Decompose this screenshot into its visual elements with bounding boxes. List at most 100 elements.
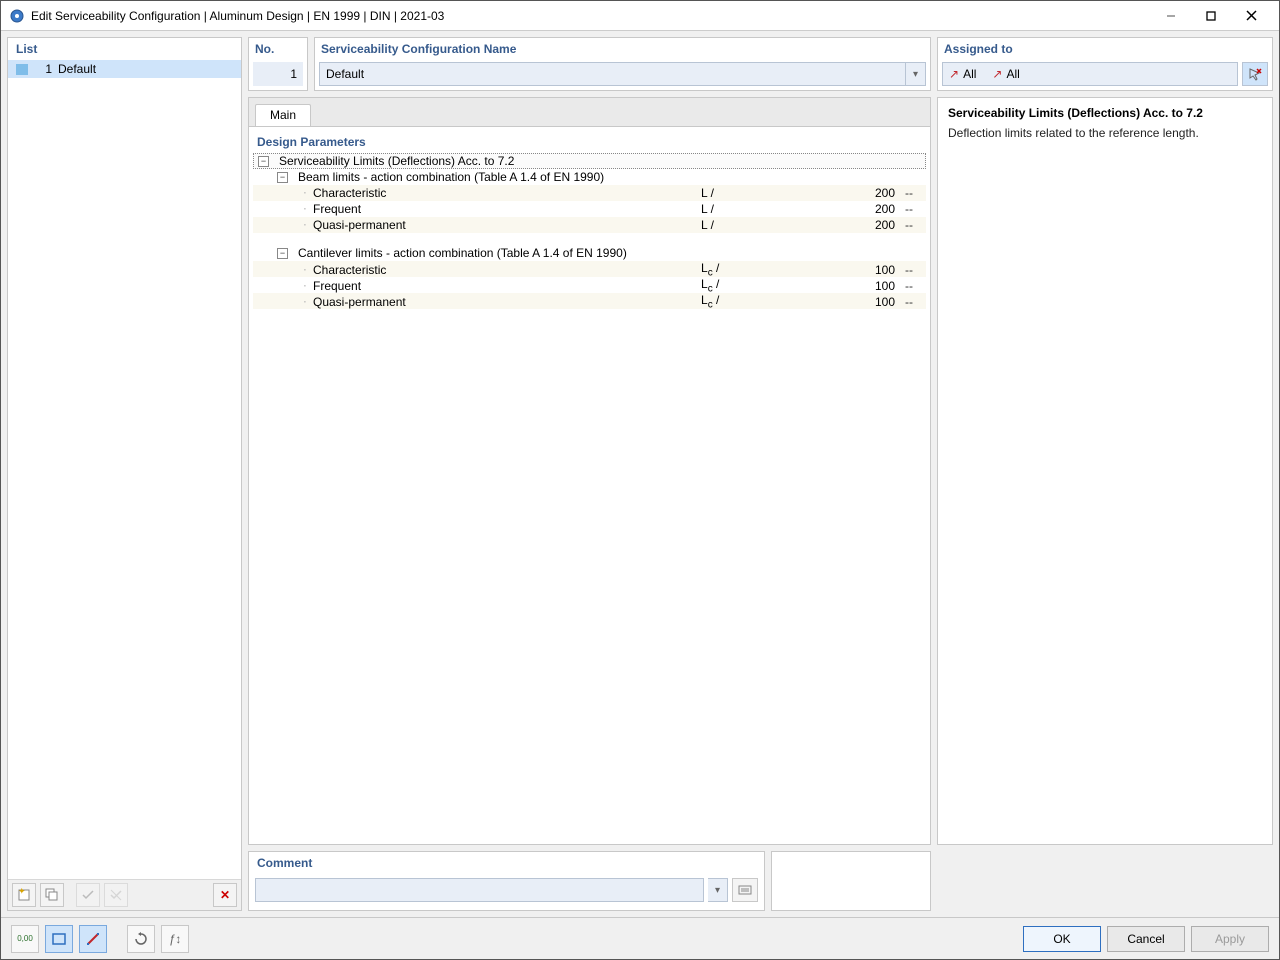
row-unit: -- bbox=[901, 218, 926, 232]
comment-dropdown-button[interactable]: ▾ bbox=[708, 878, 728, 902]
new-config-button[interactable]: ✦ bbox=[12, 883, 36, 907]
row-label: Characteristic bbox=[313, 263, 386, 277]
reset-button[interactable] bbox=[127, 925, 155, 953]
row-value[interactable]: 100 bbox=[771, 279, 901, 293]
collapse-icon[interactable]: − bbox=[277, 172, 288, 183]
collapse-icon[interactable]: − bbox=[277, 248, 288, 259]
section-title: Design Parameters bbox=[253, 133, 926, 153]
row-value[interactable]: 200 bbox=[771, 218, 901, 232]
name-input[interactable] bbox=[319, 62, 906, 86]
check-in-icon bbox=[81, 888, 95, 902]
delete-config-button[interactable]: ✕ bbox=[213, 883, 237, 907]
no-label: No. bbox=[249, 38, 307, 60]
content-area: List 1 Default ✦ ✕ bbox=[1, 31, 1279, 917]
copy-icon bbox=[45, 888, 59, 902]
check-out-icon bbox=[109, 888, 123, 902]
no-panel: No. 1 bbox=[248, 37, 308, 91]
tabbar: Main bbox=[249, 98, 930, 127]
exclude-button[interactable] bbox=[104, 883, 128, 907]
list-heading: List bbox=[8, 38, 241, 60]
comment-library-icon bbox=[738, 883, 752, 897]
memberset-icon: ↗ bbox=[992, 67, 1002, 81]
comment-pick-button[interactable] bbox=[732, 878, 758, 902]
tree-row[interactable]: ⋅Quasi-permanent Lc / 100 -- bbox=[253, 293, 926, 309]
list-toolbar: ✦ ✕ bbox=[8, 879, 241, 910]
row-unit: -- bbox=[901, 186, 926, 200]
copy-config-button[interactable] bbox=[40, 883, 64, 907]
row-unit: -- bbox=[901, 279, 926, 293]
row-symbol: Lc / bbox=[701, 261, 771, 278]
row-value[interactable]: 200 bbox=[771, 202, 901, 216]
assigned-pick-button[interactable] bbox=[1242, 62, 1268, 86]
tree-group[interactable]: − Cantilever limits - action combination… bbox=[253, 245, 926, 261]
bottom-row: Comment ▾ bbox=[248, 851, 1273, 911]
tree-root-label: Serviceability Limits (Deflections) Acc.… bbox=[275, 154, 925, 168]
view-mode-button[interactable] bbox=[45, 925, 73, 953]
titlebar: Edit Serviceability Configuration | Alum… bbox=[1, 1, 1279, 31]
mid-row: Main Design Parameters − Serviceability … bbox=[248, 97, 1273, 845]
row-unit: -- bbox=[901, 295, 926, 309]
tree-row[interactable]: ⋅Frequent Lc / 100 -- bbox=[253, 277, 926, 293]
rectangle-icon bbox=[51, 931, 67, 947]
comment-label: Comment bbox=[249, 852, 764, 874]
chevron-down-icon: ▾ bbox=[913, 69, 918, 80]
row-value[interactable]: 200 bbox=[771, 186, 901, 200]
reset-icon bbox=[134, 932, 148, 946]
tree-row[interactable]: ⋅Frequent L / 200 -- bbox=[253, 201, 926, 217]
row-label: Quasi-permanent bbox=[313, 218, 406, 232]
window-maximize-button[interactable] bbox=[1191, 2, 1231, 30]
list-color-icon bbox=[16, 64, 28, 75]
cursor-pick-icon bbox=[1248, 67, 1262, 81]
mini-preview-panel bbox=[771, 851, 931, 911]
units-button[interactable]: 0,00 bbox=[11, 925, 39, 953]
bottom-bar: 0,00 ƒ↕ OK Cancel Apply bbox=[1, 917, 1279, 959]
member-icon: ↗ bbox=[949, 67, 959, 81]
assigned-membersets-value: All bbox=[1006, 67, 1019, 81]
tree-row[interactable]: ⋅Characteristic Lc / 100 -- bbox=[253, 261, 926, 277]
tree-root[interactable]: − Serviceability Limits (Deflections) Ac… bbox=[253, 153, 926, 169]
tree-body: Design Parameters − Serviceability Limit… bbox=[249, 127, 930, 844]
assigned-members-field[interactable]: ↗ All ↗ All bbox=[942, 62, 1238, 86]
help-title: Serviceability Limits (Deflections) Acc.… bbox=[948, 106, 1262, 120]
window-close-button[interactable] bbox=[1231, 2, 1271, 30]
header-strip: No. 1 Serviceability Configuration Name … bbox=[248, 37, 1273, 91]
row-label: Quasi-permanent bbox=[313, 295, 406, 309]
comment-input[interactable] bbox=[255, 878, 704, 902]
help-body: Deflection limits related to the referen… bbox=[948, 126, 1262, 140]
row-value[interactable]: 100 bbox=[771, 295, 901, 309]
list-item[interactable]: 1 Default bbox=[8, 60, 241, 78]
cancel-button[interactable]: Cancel bbox=[1107, 926, 1185, 952]
function-button[interactable]: ƒ↕ bbox=[161, 925, 189, 953]
row-label: Frequent bbox=[313, 279, 361, 293]
right-side: No. 1 Serviceability Configuration Name … bbox=[248, 37, 1273, 911]
tab-main[interactable]: Main bbox=[255, 104, 311, 126]
no-value: 1 bbox=[253, 62, 303, 86]
include-button[interactable] bbox=[76, 883, 100, 907]
list-body: 1 Default bbox=[8, 60, 241, 879]
comment-panel: Comment ▾ bbox=[248, 851, 765, 911]
tree-row[interactable]: ⋅Characteristic L / 200 -- bbox=[253, 185, 926, 201]
row-value[interactable]: 100 bbox=[771, 263, 901, 277]
app-icon bbox=[9, 8, 25, 24]
ok-button[interactable]: OK bbox=[1023, 926, 1101, 952]
tree-group[interactable]: − Beam limits - action combination (Tabl… bbox=[253, 169, 926, 185]
member-view-button[interactable] bbox=[79, 925, 107, 953]
row-unit: -- bbox=[901, 263, 926, 277]
window-minimize-button[interactable] bbox=[1151, 2, 1191, 30]
apply-button[interactable]: Apply bbox=[1191, 926, 1269, 952]
row-label: Frequent bbox=[313, 202, 361, 216]
units-icon: 0,00 bbox=[17, 934, 33, 943]
assigned-label: Assigned to bbox=[938, 38, 1272, 60]
row-symbol: L / bbox=[701, 186, 771, 200]
row-symbol: Lc / bbox=[701, 277, 771, 294]
chevron-down-icon: ▾ bbox=[715, 885, 720, 896]
new-icon: ✦ bbox=[17, 888, 31, 902]
help-panel: Serviceability Limits (Deflections) Acc.… bbox=[937, 97, 1273, 845]
assigned-members-value: All bbox=[963, 67, 976, 81]
assigned-panel: Assigned to ↗ All ↗ All bbox=[937, 37, 1273, 91]
tree-row[interactable]: ⋅Quasi-permanent L / 200 -- bbox=[253, 217, 926, 233]
window-title: Edit Serviceability Configuration | Alum… bbox=[31, 9, 1151, 23]
collapse-icon[interactable]: − bbox=[258, 156, 269, 167]
name-panel: Serviceability Configuration Name ▾ bbox=[314, 37, 931, 91]
name-dropdown-button[interactable]: ▾ bbox=[906, 62, 926, 86]
